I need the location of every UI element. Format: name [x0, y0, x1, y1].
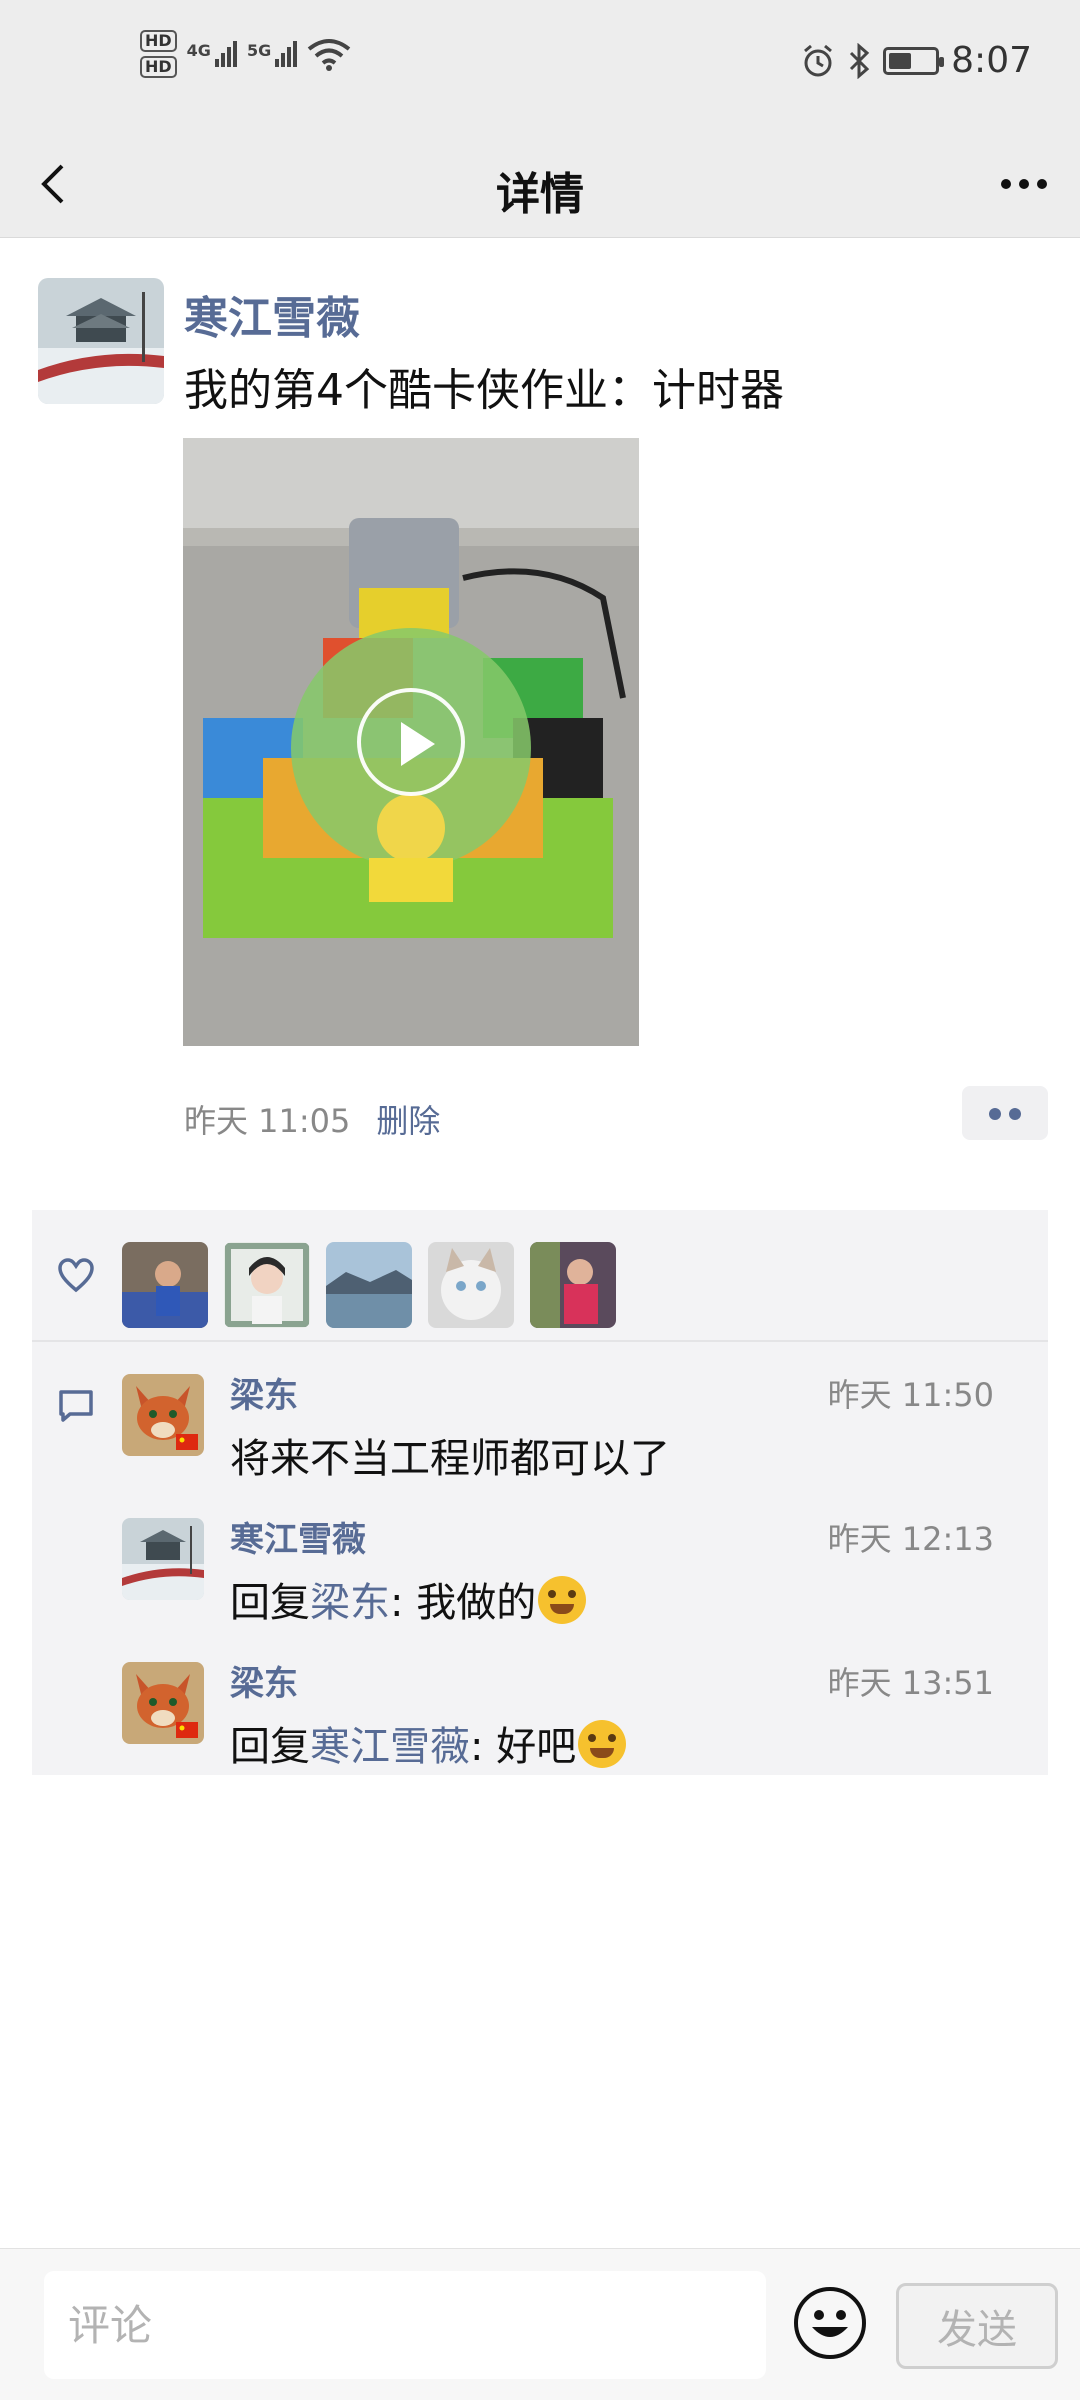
wifi-icon [307, 39, 351, 71]
comment-timestamp: 昨天 11:50 [827, 1376, 994, 1414]
video-thumbnail[interactable] [183, 438, 639, 1046]
likes-row [32, 1210, 1048, 1342]
cell-signal-2-icon: 5G [246, 41, 298, 67]
commenter-name[interactable]: 梁东 [230, 1656, 298, 1705]
post-timestamp: 昨天 11:05 [184, 1102, 351, 1140]
emoji-icon[interactable] [792, 2285, 868, 2361]
hd-indicators: HD HD [140, 30, 177, 78]
hd-badge-2: HD [140, 56, 177, 78]
like-avatar[interactable] [326, 1242, 412, 1328]
comment-item[interactable]: 梁东 昨天 13:51 回复寒江雪薇: 好吧 [32, 1646, 1048, 1786]
mention-link[interactable]: 寒江雪薇 [310, 1724, 470, 1770]
like-avatar[interactable] [428, 1242, 514, 1328]
reply-prefix: 回复 [230, 1580, 310, 1626]
comment-input-bar: 发送 [0, 2248, 1080, 2400]
network-type-2: 5G [246, 41, 272, 60]
delete-button[interactable]: 删除 [376, 1096, 440, 1142]
hd-badge-1: HD [140, 30, 177, 52]
send-button[interactable]: 发送 [896, 2283, 1058, 2369]
post-author-name[interactable]: 寒江雪薇 [184, 282, 360, 346]
comment-timestamp: 昨天 12:13 [827, 1520, 994, 1558]
alarm-icon [804, 44, 833, 76]
heart-icon [58, 1258, 94, 1293]
status-right: 8:07 [801, 40, 1032, 81]
post-author-avatar[interactable] [38, 278, 164, 404]
reply-body: : 我做的 [390, 1580, 537, 1626]
commenter-avatar[interactable] [122, 1662, 204, 1744]
comment-item[interactable]: 梁东 昨天 11:50 将来不当工程师都可以了 [32, 1358, 1048, 1498]
like-avatar[interactable] [530, 1242, 616, 1328]
post-meta: 昨天 11:05 删除 [184, 1096, 440, 1142]
commenter-avatar[interactable] [122, 1374, 204, 1456]
page-title: 详情 [496, 169, 584, 220]
navigation-bar: 详情 [0, 130, 1080, 238]
post-text: 我的第4个酷卡侠作业：计时器 [184, 365, 784, 416]
likes-comments-panel: 梁东 昨天 11:50 将来不当工程师都可以了 寒江雪薇 昨天 12:13 回复… [32, 1210, 1048, 1775]
commenter-name[interactable]: 梁东 [230, 1368, 298, 1417]
like-avatar[interactable] [122, 1242, 208, 1328]
battery-fill [889, 52, 912, 69]
play-button[interactable] [357, 688, 465, 796]
comment-text: 将来不当工程师都可以了 [230, 1436, 670, 1482]
commenter-name[interactable]: 寒江雪薇 [230, 1512, 366, 1561]
battery-icon [883, 46, 945, 75]
cell-signal-1-icon: 4G [187, 41, 237, 67]
bluetooth-icon [850, 42, 870, 79]
comment-input[interactable] [44, 2271, 766, 2379]
facepalm-emoji-icon [578, 1720, 627, 1768]
more-horizontal-icon[interactable] [992, 160, 1056, 208]
signal-group: HD HD 4G 5G [140, 30, 351, 78]
mention-link[interactable]: 梁东 [310, 1580, 390, 1626]
network-type-1: 4G [186, 41, 211, 60]
comment-text: 回复寒江雪薇: 好吧 [230, 1714, 627, 1772]
comment-item[interactable]: 寒江雪薇 昨天 12:13 回复梁东: 我做的 [32, 1502, 1048, 1642]
comment-text: 回复梁东: 我做的 [230, 1570, 587, 1628]
comment-timestamp: 昨天 13:51 [827, 1664, 994, 1702]
commenter-avatar[interactable] [122, 1518, 204, 1600]
facepalm-emoji-icon [538, 1576, 587, 1624]
reply-prefix: 回复 [230, 1724, 310, 1770]
like-comment-action-button[interactable] [962, 1086, 1048, 1140]
status-bar: HD HD 4G 5G 8:07 [0, 0, 1080, 130]
like-avatar[interactable] [224, 1242, 310, 1328]
reply-body: : 好吧 [470, 1724, 577, 1770]
clock: 8:07 [951, 40, 1032, 81]
